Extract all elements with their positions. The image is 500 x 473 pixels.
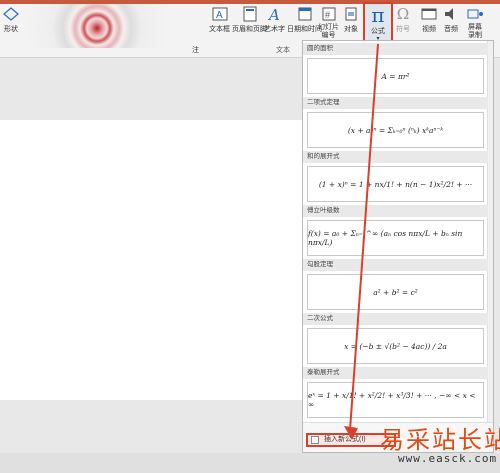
video-button[interactable]: 视频 (420, 6, 438, 34)
pi-icon: π (371, 3, 385, 27)
wordart-label: 艺术字 (264, 26, 285, 33)
symbol-label: 符号 (396, 26, 410, 33)
formula-item[interactable]: eˣ = 1 + x/1! + x²/2! + x³/3! + ··· , −∞… (307, 382, 484, 418)
screen-record-icon (467, 9, 483, 19)
slide-number-button[interactable]: # 幻灯片 编号 (318, 6, 339, 40)
screen-record-label: 屏幕 录制 (468, 24, 482, 39)
formula-section: 圆的面积 A = πr² (303, 43, 488, 97)
video-icon (421, 8, 437, 20)
watermark-url: www.easck.com (398, 452, 498, 465)
section-title: 傅立叶级数 (303, 205, 488, 217)
symbol-button[interactable]: Ω 符号 (394, 6, 412, 34)
slide-canvas[interactable] (0, 120, 304, 400)
omega-icon: Ω (396, 5, 410, 23)
section-title: 圆的面积 (303, 43, 488, 55)
textbox-button[interactable]: A 文本框 (209, 6, 230, 34)
formula-text: x = (−b ± √(b² − 4ac)) / 2a (344, 341, 447, 351)
formula-item[interactable]: f(x) = a₀ + Σₙ₌₁^∞ (aₙ cos nπx/L + bₙ si… (307, 220, 484, 256)
video-label: 视频 (422, 26, 436, 33)
formula-text: (x + a)ⁿ = Σₖ₌₀ⁿ (ⁿₖ) xᵏaⁿ⁻ᵏ (347, 125, 444, 135)
formula-section: 傅立叶级数 f(x) = a₀ + Σₙ₌₁^∞ (aₙ cos nπx/L +… (303, 205, 488, 259)
section-title: 泰勒展开式 (303, 367, 488, 379)
textbox-label: 文本框 (209, 26, 230, 33)
decorative-swirl-image (22, 4, 172, 48)
datetime-label: 日期和时间 (287, 26, 322, 33)
object-button[interactable]: 对象 (342, 6, 360, 34)
formula-section: 勾股定理 a² + b² = c² (303, 259, 488, 313)
shape-button[interactable]: 形状 (2, 6, 20, 34)
formula-item[interactable]: A = πr² (307, 58, 484, 94)
object-label: 对象 (344, 26, 358, 33)
speaker-icon (445, 8, 453, 20)
formula-item[interactable]: (1 + x)ⁿ = 1 + nx/1! + n(n − 1)x²/2! + ·… (307, 166, 484, 202)
svg-text:A: A (267, 6, 280, 22)
insert-new-formula-label: 插入新公式(I) (324, 436, 366, 443)
header-footer-label: 页眉和页脚 (232, 26, 267, 33)
watermark-site-name: 易采站长站 (380, 426, 500, 454)
formula-item[interactable]: (x + a)ⁿ = Σₖ₌₀ⁿ (ⁿₖ) xᵏaⁿ⁻ᵏ (307, 112, 484, 148)
wordart-button[interactable]: A 艺术字 (264, 6, 285, 34)
formula-gallery: 圆的面积 A = πr² 二项式定理 (x + a)ⁿ = Σₖ₌₀ⁿ (ⁿₖ)… (302, 40, 494, 453)
section-title: 和的展开式 (303, 151, 488, 163)
shape-icon (3, 7, 19, 21)
screen-record-button[interactable]: 屏幕 录制 (466, 6, 484, 40)
datetime-button[interactable]: 日期和时间 (287, 6, 322, 34)
section-title: 勾股定理 (303, 259, 488, 271)
formula-label: 公式 (371, 28, 385, 35)
wordart-icon: A (267, 6, 280, 22)
slide-number-label: 幻灯片 编号 (318, 24, 339, 39)
formula-item[interactable]: a² + b² = c² (307, 274, 484, 310)
shape-label: 形状 (4, 26, 18, 33)
formula-button[interactable]: π 公式 ▾ (363, 2, 393, 42)
header-footer-icon (243, 6, 256, 22)
formula-text: a² + b² = c² (373, 287, 418, 297)
formula-text: eˣ = 1 + x/1! + x²/2! + x³/3! + ··· , −∞… (308, 391, 476, 409)
formula-text: A = πr² (381, 71, 410, 81)
formula-section: 和的展开式 (1 + x)ⁿ = 1 + nx/1! + n(n − 1)x²/… (303, 151, 488, 205)
slide-number-icon: # (322, 7, 335, 21)
formula-section: 二次公式 x = (−b ± √(b² − 4ac)) / 2a (303, 313, 488, 367)
formula-section: 二项式定理 (x + a)ⁿ = Σₖ₌₀ⁿ (ⁿₖ) xᵏaⁿ⁻ᵏ (303, 97, 488, 151)
text-group-label: 文本 (276, 47, 290, 54)
formula-item[interactable]: x = (−b ± √(b² − 4ac)) / 2a (307, 328, 484, 364)
formula-text: f(x) = a₀ + Σₙ₌₁^∞ (aₙ cos nπx/L + bₙ si… (308, 229, 463, 247)
formula-text: (1 + x)ⁿ = 1 + nx/1! + n(n − 1)x²/2! + ·… (318, 179, 473, 189)
calendar-icon (298, 7, 311, 21)
section-title: 二次公式 (303, 313, 488, 325)
header-footer-button[interactable]: 页眉和页脚 (232, 6, 267, 34)
svg-text:A: A (216, 10, 223, 21)
textbox-icon: A (212, 7, 227, 21)
svg-text:#: # (325, 10, 330, 20)
audio-button[interactable]: 音频 (442, 6, 460, 34)
audio-label: 音频 (444, 26, 458, 33)
insert-formula-icon (311, 436, 319, 444)
formula-section: 泰勒展开式 eˣ = 1 + x/1! + x²/2! + x³/3! + ··… (303, 367, 488, 421)
section-title: 二项式定理 (303, 97, 488, 109)
object-icon (345, 7, 357, 21)
group-partial-label: 注 (192, 47, 199, 54)
